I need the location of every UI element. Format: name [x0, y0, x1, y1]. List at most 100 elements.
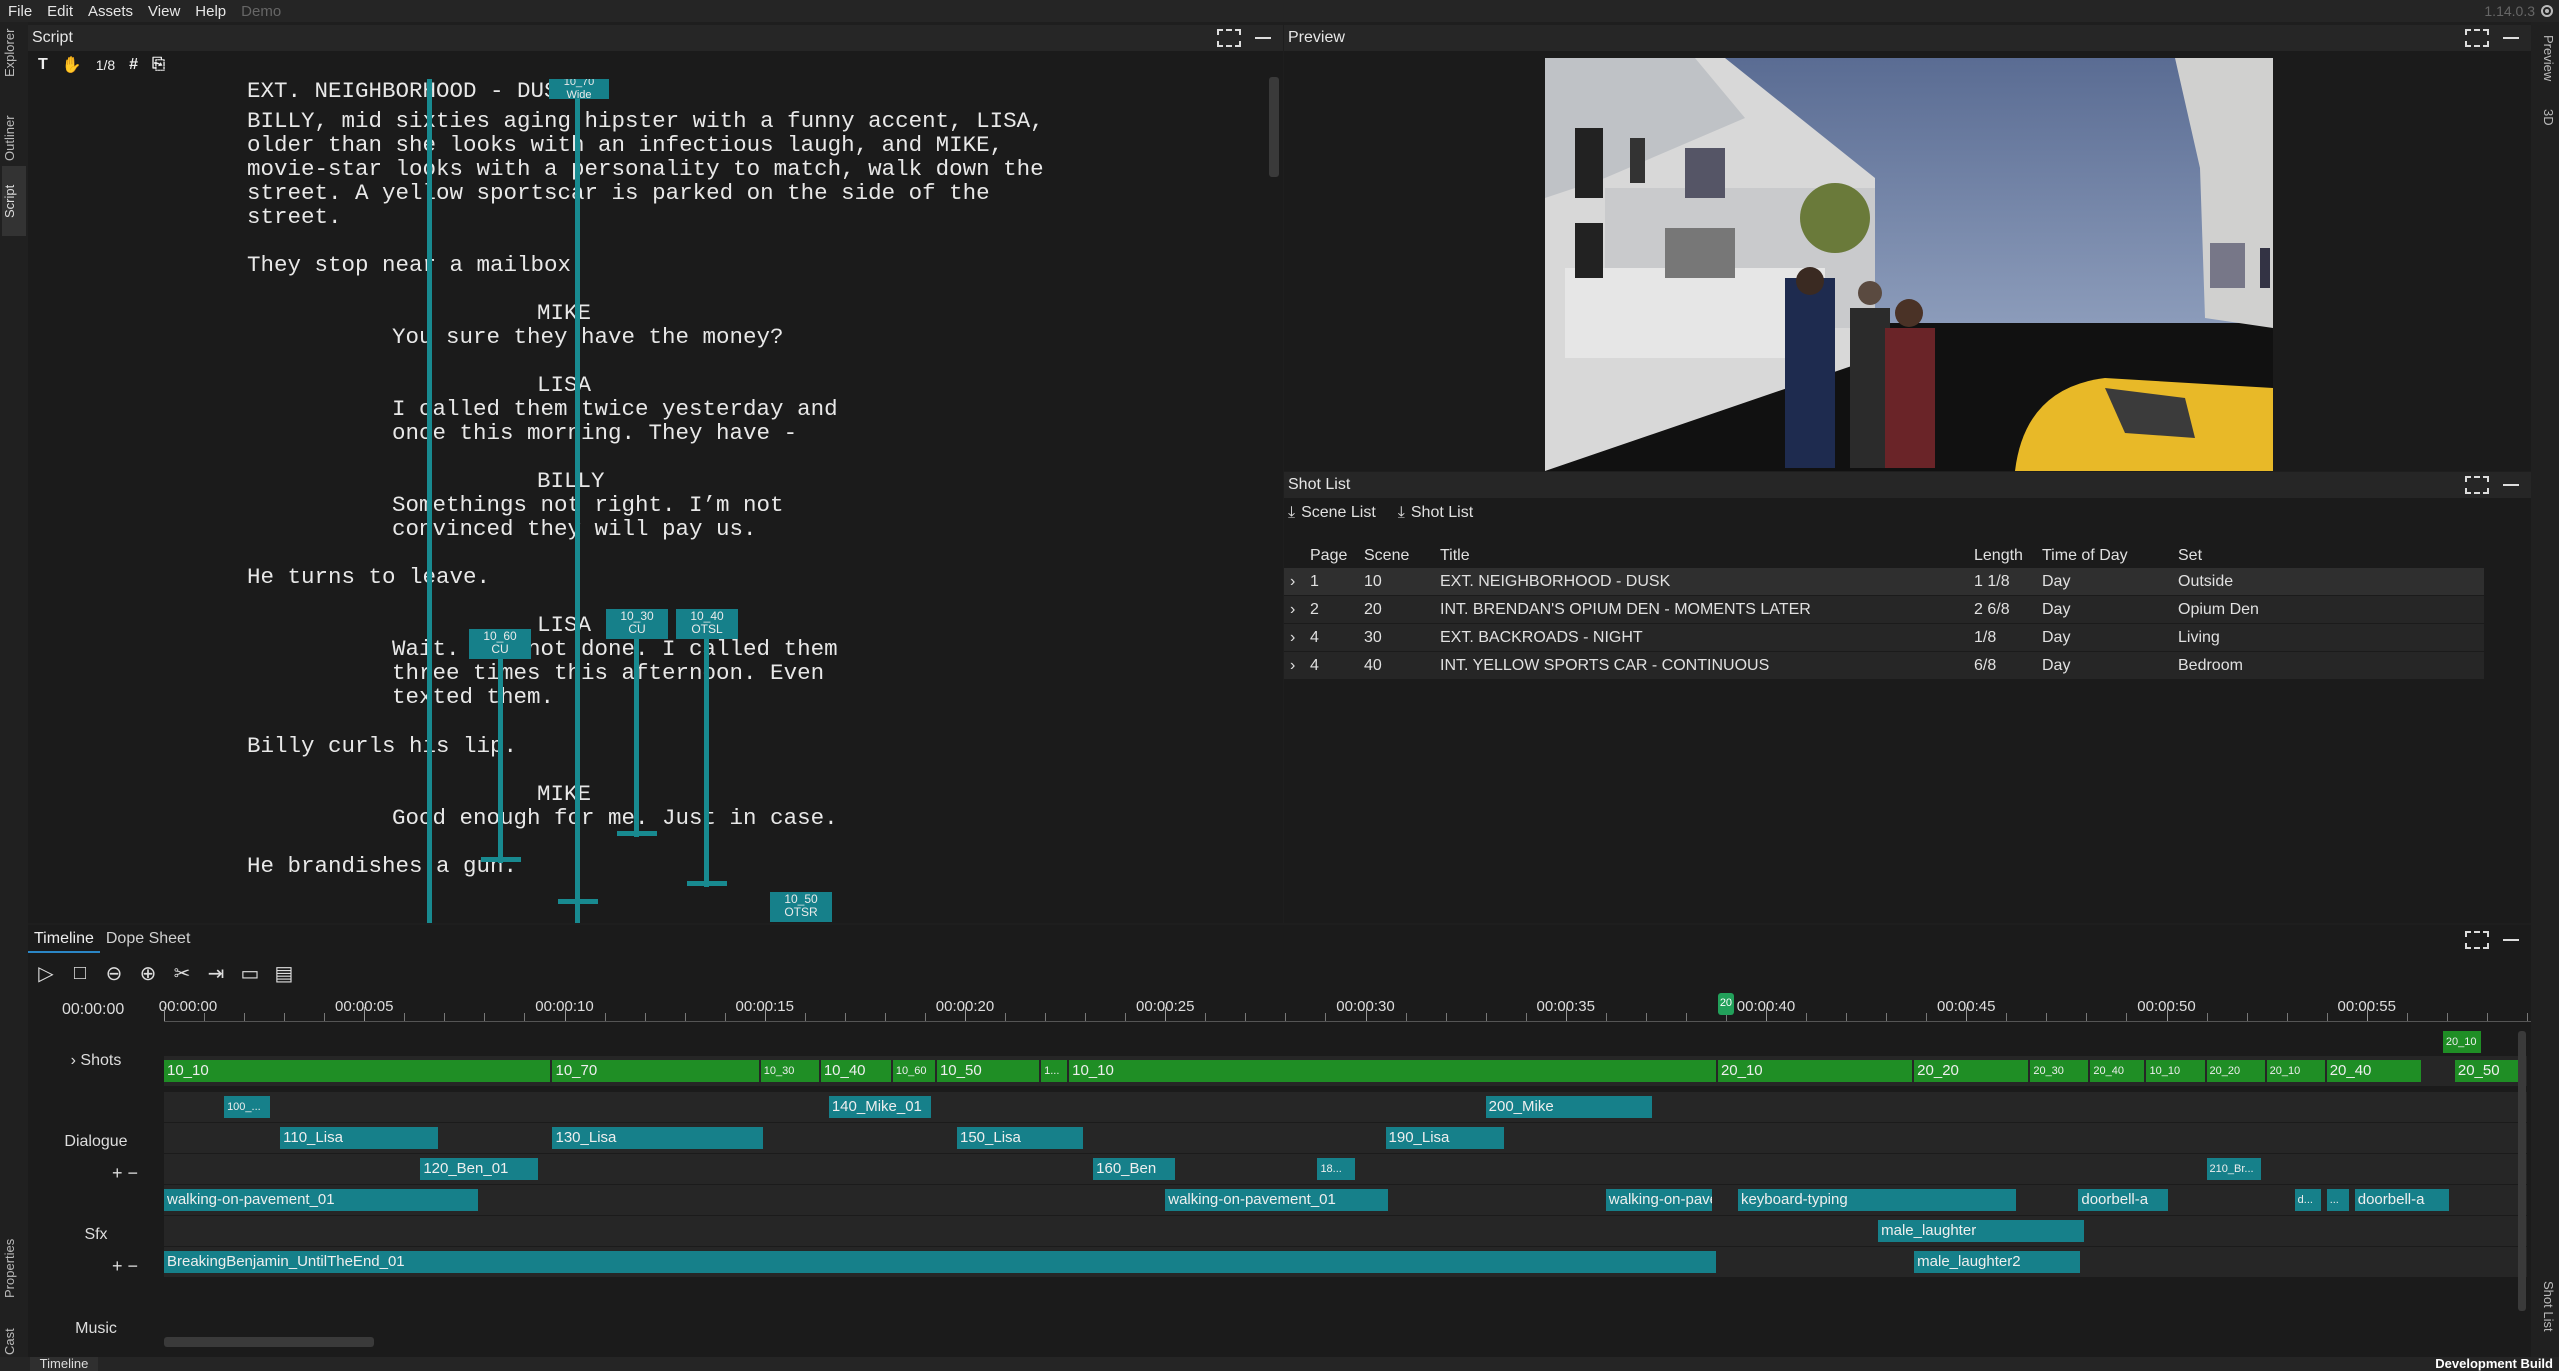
timeline-clip[interactable]: 200_Mike: [1485, 1096, 1652, 1118]
tab-preview[interactable]: Preview: [2534, 26, 2556, 90]
menu-assets[interactable]: Assets: [80, 3, 140, 20]
table-row[interactable]: › 4 40 INT. YELLOW SPORTS CAR - CONTINUO…: [1284, 652, 2484, 680]
timeline-clip[interactable]: 20_50: [2454, 1060, 2525, 1082]
timeline-clip[interactable]: 10_70: [552, 1060, 759, 1082]
shot-coverage-line[interactable]: [704, 635, 709, 887]
shot-marker[interactable]: 10_40 OTSL: [676, 609, 738, 639]
timeline-clip[interactable]: doorbell-a: [2078, 1189, 2169, 1211]
menu-edit[interactable]: Edit: [39, 3, 80, 20]
shot-marker[interactable]: 10_50 OTSR: [770, 892, 832, 922]
script-body[interactable]: EXT. NEIGHBORHOOD - DUSK BILLY, mid sixt…: [28, 79, 1283, 923]
minimize-icon[interactable]: [1255, 37, 1271, 39]
timeline-clip[interactable]: 10_60: [892, 1060, 935, 1082]
shot-coverage-line[interactable]: [498, 655, 503, 863]
expand-chevron-icon[interactable]: ›: [1290, 573, 1295, 591]
timeline-clip[interactable]: 10_50: [936, 1060, 1040, 1082]
hand-tool-icon[interactable]: ✋: [62, 55, 82, 75]
add-remove-sfx-track[interactable]: + −: [112, 1256, 138, 1277]
stop-icon[interactable]: □: [68, 961, 92, 985]
col-page[interactable]: Page: [1310, 547, 1347, 565]
menu-file[interactable]: File: [0, 3, 39, 20]
table-row[interactable]: › 2 20 INT. BRENDAN'S OPIUM DEN - MOMENT…: [1284, 596, 2484, 624]
shot-marker[interactable]: 10_30 CU: [606, 609, 668, 639]
tab-dope-sheet[interactable]: Dope Sheet: [100, 925, 197, 953]
col-set[interactable]: Set: [2178, 547, 2202, 565]
shot-marker[interactable]: 10_60 CU: [469, 629, 531, 659]
timeline-clip[interactable]: 20_10: [2266, 1060, 2325, 1082]
tab-scene-list[interactable]: ⤓ Scene List: [1288, 504, 1376, 522]
cell-time-of-day[interactable]: Day: [2042, 573, 2070, 591]
timeline-clip[interactable]: 210_Br...: [2206, 1158, 2261, 1180]
timeline-clip[interactable]: ...: [2326, 1189, 2349, 1211]
comment-icon[interactable]: ▭: [238, 961, 262, 985]
timeline-clip[interactable]: 190_Lisa: [1385, 1127, 1504, 1149]
tab-script[interactable]: Script: [2, 166, 26, 236]
preview-viewport[interactable]: [1545, 58, 2273, 471]
dialogue-track[interactable]: 120_Ben_01 160_Ben 18... 210_Br...: [164, 1154, 2527, 1184]
timeline-clip[interactable]: 20_40: [2326, 1060, 2421, 1082]
timeline-clip[interactable]: 20_10: [2442, 1031, 2481, 1053]
menu-help[interactable]: Help: [187, 3, 233, 20]
timecode-display[interactable]: 00:00:00: [62, 1001, 124, 1019]
timeline-clip[interactable]: d...: [2294, 1189, 2321, 1211]
tab-shot-list[interactable]: ⤓ Shot List: [1398, 504, 1473, 522]
scene-number-icon[interactable]: #: [129, 56, 138, 74]
minimize-icon[interactable]: [2503, 939, 2519, 941]
timeline-clip[interactable]: 18...: [1317, 1158, 1356, 1180]
timeline-clip[interactable]: 10_40: [820, 1060, 891, 1082]
cut-icon[interactable]: ✂: [170, 961, 194, 985]
timeline-clip[interactable]: 160_Ben: [1093, 1158, 1176, 1180]
cell-time-of-day[interactable]: Day: [2042, 601, 2070, 619]
music-track[interactable]: BreakingBenjamin_UntilTheEnd_01 male_laug…: [164, 1247, 2527, 1277]
col-scene[interactable]: Scene: [1364, 547, 1409, 565]
maximize-icon[interactable]: [2465, 29, 2489, 47]
tab-outliner[interactable]: Outliner: [2, 100, 26, 176]
timeline-clip[interactable]: keyboard-typing: [1737, 1189, 2017, 1211]
add-remove-dialogue-track[interactable]: + −: [112, 1163, 138, 1184]
shot-coverage-line[interactable]: [427, 79, 432, 923]
timeline-clip[interactable]: 140_Mike_01: [828, 1096, 931, 1118]
cell-time-of-day[interactable]: Day: [2042, 657, 2070, 675]
bottom-tab-timeline[interactable]: Timeline: [30, 1357, 98, 1371]
timeline-clip[interactable]: 20_20: [1914, 1060, 2029, 1082]
tab-timeline[interactable]: Timeline: [28, 925, 100, 953]
shot-coverage-line[interactable]: [634, 635, 639, 837]
maximize-icon[interactable]: [2465, 931, 2489, 949]
text-tool-icon[interactable]: T: [38, 56, 48, 74]
settings-gear-icon[interactable]: [2539, 3, 2555, 19]
timeline-clip[interactable]: 120_Ben_01: [420, 1158, 539, 1180]
tab-explorer[interactable]: Explorer: [2, 24, 26, 82]
menu-view[interactable]: View: [140, 3, 187, 20]
timeline-clip[interactable]: 10_10: [2146, 1060, 2205, 1082]
zoom-out-icon[interactable]: ⊖: [102, 961, 126, 985]
timeline-clip[interactable]: walking-on-pavement_01: [1165, 1189, 1388, 1211]
timeline-clip[interactable]: walking-on-pavem...: [1605, 1189, 1712, 1211]
sfx-track[interactable]: walking-on-pavement_01 walking-on-pavemen…: [164, 1185, 2527, 1215]
col-length[interactable]: Length: [1974, 547, 2023, 565]
tab-shot-list[interactable]: Shot List: [2534, 1270, 2556, 1342]
pdf-export-icon[interactable]: ⎘: [152, 56, 165, 74]
timeline-clip[interactable]: 130_Lisa: [552, 1127, 763, 1149]
minimize-icon[interactable]: [2503, 37, 2519, 39]
timeline-clip[interactable]: 150_Lisa: [956, 1127, 1084, 1149]
script-scrollbar[interactable]: [1269, 77, 1279, 177]
timeline-clip[interactable]: 20_40: [2090, 1060, 2145, 1082]
timeline-clip[interactable]: 110_Lisa: [280, 1127, 439, 1149]
timeline-clip[interactable]: BreakingBenjamin_UntilTheEnd_01: [164, 1251, 1716, 1273]
timeline-horizontal-scrollbar[interactable]: [164, 1337, 374, 1347]
cell-time-of-day[interactable]: Day: [2042, 629, 2070, 647]
col-time-of-day[interactable]: Time of Day: [2042, 547, 2128, 565]
shot-marker[interactable]: 10_70 Wide: [549, 79, 609, 101]
timeline-clip[interactable]: male_laughter: [1878, 1220, 2085, 1242]
expand-chevron-icon[interactable]: ›: [1290, 657, 1295, 675]
col-title[interactable]: Title: [1440, 547, 1470, 565]
timeline-clip[interactable]: 20_20: [2206, 1060, 2265, 1082]
dialogue-track[interactable]: 110_Lisa 130_Lisa 150_Lisa 190_Lisa: [164, 1123, 2527, 1153]
zoom-in-icon[interactable]: ⊕: [136, 961, 160, 985]
shots-track[interactable]: 10_10 10_70 10_30 10_40 10_60 10_50 1... 10_10 2…: [164, 1056, 2527, 1086]
minimize-icon[interactable]: [2503, 484, 2519, 486]
time-ruler[interactable]: 00:00:00 00:00:05 00:00:10 00:00:15 00:00:20…: [159, 988, 2531, 1022]
maximize-icon[interactable]: [2465, 476, 2489, 494]
playhead[interactable]: 20: [1717, 993, 1734, 1015]
maximize-icon[interactable]: [1217, 29, 1241, 47]
